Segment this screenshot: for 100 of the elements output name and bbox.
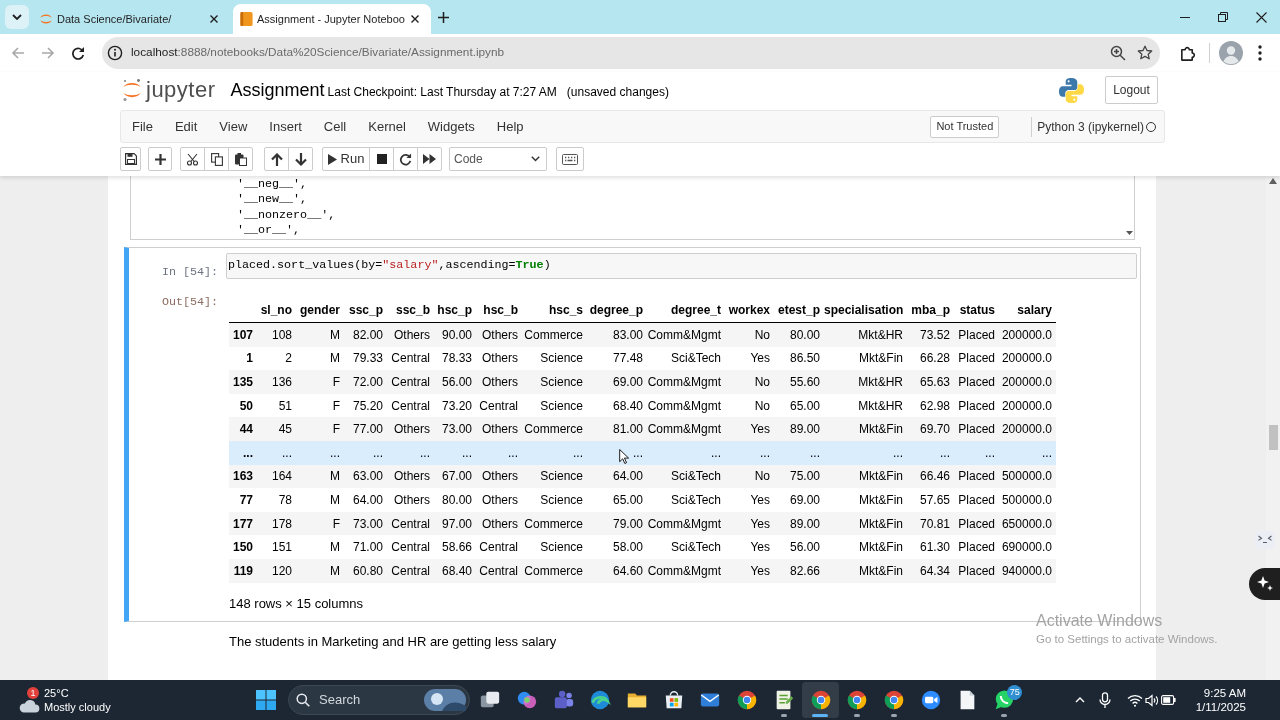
- scroll-up-arrow-icon[interactable]: [1269, 178, 1277, 184]
- copy-button[interactable]: [204, 147, 229, 171]
- menu-item[interactable]: View: [208, 111, 259, 142]
- address-bar[interactable]: localhost:8888/notebooks/Data%20Science/Bivariate/Assignment.ipynb: [102, 37, 1160, 69]
- table-cell: ...: [760, 445, 770, 460]
- code-output-line: '__new__',: [237, 192, 308, 208]
- menu-item[interactable]: Kernel: [357, 111, 417, 142]
- table-cell: 62.98: [919, 398, 950, 413]
- table-cell: F: [332, 422, 340, 437]
- taskbar-app-button[interactable]: 75: [985, 682, 1023, 718]
- column-header: degree_t: [669, 302, 722, 319]
- video-camera-icon: [919, 689, 942, 711]
- table-cell: Science: [540, 540, 583, 555]
- keyboard-button[interactable]: [556, 147, 584, 171]
- table-cell: 65.63: [919, 375, 950, 389]
- move-down-button[interactable]: [288, 147, 313, 171]
- table-cell: Mkt&Fin: [859, 563, 903, 578]
- paste-button[interactable]: [228, 147, 253, 171]
- table-cell: 79.33: [352, 351, 383, 366]
- table-cell: 940000.0: [1001, 563, 1052, 578]
- insert-cell-button[interactable]: [148, 147, 172, 171]
- menu-item[interactable]: Insert: [258, 111, 313, 142]
- code-input[interactable]: placed.sort_values(by="salary",ascending=True): [226, 253, 1137, 279]
- search-highlight-image: [424, 689, 466, 711]
- wifi-icon[interactable]: [1126, 693, 1143, 707]
- running-indicator-icon: [890, 714, 897, 717]
- table-cell: Central: [391, 540, 430, 555]
- wave-icon: [589, 689, 612, 711]
- tab-list-button[interactable]: [5, 5, 29, 29]
- table-cell: Comm&Mgmt: [647, 563, 721, 578]
- table-cell: Science: [540, 351, 583, 366]
- table-cell: ...: [373, 445, 383, 460]
- speaker-icon[interactable]: [1144, 693, 1159, 707]
- table-cell: Placed: [958, 351, 995, 366]
- microphone-icon[interactable]: [1098, 691, 1111, 709]
- table-cell: Yes: [750, 540, 770, 555]
- table-cell: 650000.0: [1001, 516, 1052, 531]
- restart-button[interactable]: [393, 147, 418, 171]
- table-cell: Others: [394, 492, 430, 507]
- scrollbar-thumb[interactable]: [1268, 425, 1278, 450]
- plus-icon: [437, 11, 449, 23]
- table-cell: 65.00: [789, 398, 820, 413]
- arrow-up-icon: [270, 152, 283, 166]
- table-cell: 64.60: [612, 563, 643, 578]
- table-cell: ...: [810, 445, 820, 460]
- table-cell: 66.28: [919, 351, 950, 366]
- star-icon[interactable]: [1137, 45, 1153, 61]
- chevron-down-icon: [12, 14, 22, 20]
- kernel-name[interactable]: Python 3 (ipykernel): [1031, 116, 1144, 137]
- column-header: hsc_p: [436, 302, 473, 319]
- run-all-button[interactable]: [417, 147, 442, 171]
- table-cell: 120: [271, 563, 292, 578]
- running-indicator-icon: [812, 714, 829, 717]
- column-header: hsc_s: [547, 302, 584, 319]
- table-cell: 82.00: [352, 327, 383, 342]
- menu-item[interactable]: Widgets: [416, 111, 486, 142]
- cell-type-select[interactable]: Code: [449, 147, 547, 171]
- scroll-down-arrow-icon[interactable]: [1125, 231, 1133, 235]
- table-cell: 55.60: [789, 375, 820, 389]
- table-cell: Others: [394, 422, 430, 437]
- menu-item[interactable]: File: [121, 111, 164, 142]
- run-button[interactable]: Run: [322, 147, 370, 171]
- table-cell: Placed: [958, 398, 995, 413]
- menu-item[interactable]: Edit: [163, 111, 209, 142]
- table-cell: Yes: [750, 516, 770, 531]
- running-indicator-icon: [1000, 714, 1007, 717]
- table-cell: Others: [482, 516, 518, 531]
- logout-button[interactable]: Logout: [1105, 76, 1158, 104]
- table-cell: Others: [482, 327, 518, 342]
- avatar-icon[interactable]: [1219, 41, 1243, 65]
- table-cell: 200000.0: [1001, 375, 1052, 389]
- menu-item[interactable]: Cell: [312, 111, 358, 142]
- table-cell: M: [330, 563, 340, 578]
- sparkle-button[interactable]: [1249, 568, 1280, 600]
- search-field[interactable]: Search: [288, 685, 470, 715]
- taskbar-app-button[interactable]: [802, 682, 839, 718]
- trust-button[interactable]: Not Trusted: [930, 115, 1000, 138]
- squint-face-icon[interactable]: [1255, 531, 1275, 549]
- table-cell: 63.00: [352, 469, 383, 484]
- magnifier-plus-icon[interactable]: [1110, 45, 1126, 61]
- table-cell: 67.00: [441, 469, 472, 484]
- battery-icon[interactable]: [1160, 695, 1176, 705]
- caret-up-icon: [1074, 697, 1085, 703]
- table-cell: Commerce: [524, 422, 583, 437]
- table-cell: 97.00: [441, 516, 472, 531]
- move-up-button[interactable]: [264, 147, 289, 171]
- table-cell: 58.66: [441, 540, 472, 555]
- menu-item[interactable]: Help: [485, 111, 535, 142]
- notebook-title[interactable]: Assignment: [230, 79, 325, 101]
- table-cell: ...: [573, 445, 583, 460]
- cut-button[interactable]: [180, 147, 205, 171]
- table-cell: 69.70: [919, 422, 950, 437]
- stop-button[interactable]: [369, 147, 394, 171]
- row-index: 44: [239, 422, 253, 437]
- table-cell: 690000.0: [1001, 540, 1052, 555]
- save-button[interactable]: [120, 147, 141, 171]
- column-header: gender: [299, 302, 341, 319]
- notebook-icon: [240, 12, 253, 26]
- browser-tab[interactable]: Assignment - Jupyter Noteboo: [233, 4, 431, 34]
- table-cell: ...: [508, 445, 518, 460]
